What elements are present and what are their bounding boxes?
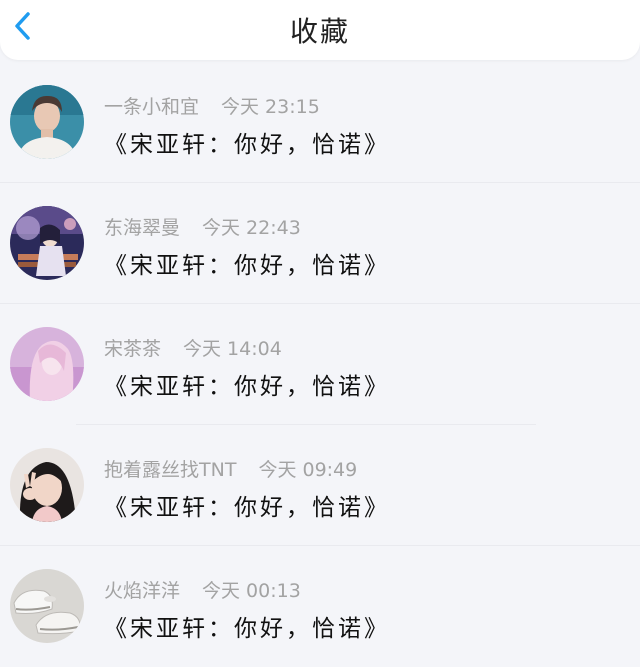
item-meta: 东海翠曼 今天 22:43 [104,213,301,240]
favorite-message[interactable]: 《宋亚轩：你好，恰诺》 [104,125,390,159]
timestamp: 今天 14:04 [183,338,282,360]
user-avatar[interactable] [10,448,84,522]
timestamp: 今天 00:13 [202,580,301,602]
user-avatar[interactable] [10,206,84,280]
timestamp: 今天 23:15 [221,96,320,118]
user-avatar[interactable] [10,85,84,159]
username[interactable]: 一条小和宜 [104,96,199,118]
user-avatar[interactable] [10,569,84,643]
favorite-message[interactable]: 《宋亚轩：你好，恰诺》 [104,488,390,522]
item-meta: 宋茶茶 今天 14:04 [104,334,282,361]
favorite-item[interactable]: 东海翠曼 今天 22:43 《宋亚轩：你好，恰诺》 [0,183,640,304]
timestamp: 今天 22:43 [202,217,301,239]
item-meta: 一条小和宜 今天 23:15 [104,92,320,119]
item-meta: 抱着露丝找TNT 今天 09:49 [104,455,357,482]
favorite-message[interactable]: 《宋亚轩：你好，恰诺》 [104,609,390,643]
username[interactable]: 火焰洋洋 [104,580,180,602]
username[interactable]: 宋茶茶 [104,338,161,360]
favorites-list: 一条小和宜 今天 23:15 《宋亚轩：你好，恰诺》 东海翠曼 今天 22:43 《… [0,62,640,667]
page-title: 收藏 [289,15,350,48]
item-meta: 火焰洋洋 今天 00:13 [104,576,301,603]
username[interactable]: 抱着露丝找TNT [104,459,236,481]
favorite-message[interactable]: 《宋亚轩：你好，恰诺》 [104,246,390,280]
favorite-item[interactable]: 一条小和宜 今天 23:15 《宋亚轩：你好，恰诺》 [0,62,640,183]
favorite-item[interactable]: 宋茶茶 今天 14:04 《宋亚轩：你好，恰诺》 [0,304,640,425]
favorite-item[interactable]: 抱着露丝找TNT 今天 09:49 《宋亚轩：你好，恰诺》 [0,425,640,546]
top-bar: 收藏 [0,0,640,60]
favorite-item[interactable]: 火焰洋洋 今天 00:13 《宋亚轩：你好，恰诺》 [0,546,640,667]
favorite-message[interactable]: 《宋亚轩：你好，恰诺》 [104,367,390,401]
timestamp: 今天 09:49 [258,459,358,481]
user-avatar[interactable] [10,327,84,401]
username[interactable]: 东海翠曼 [104,217,180,239]
